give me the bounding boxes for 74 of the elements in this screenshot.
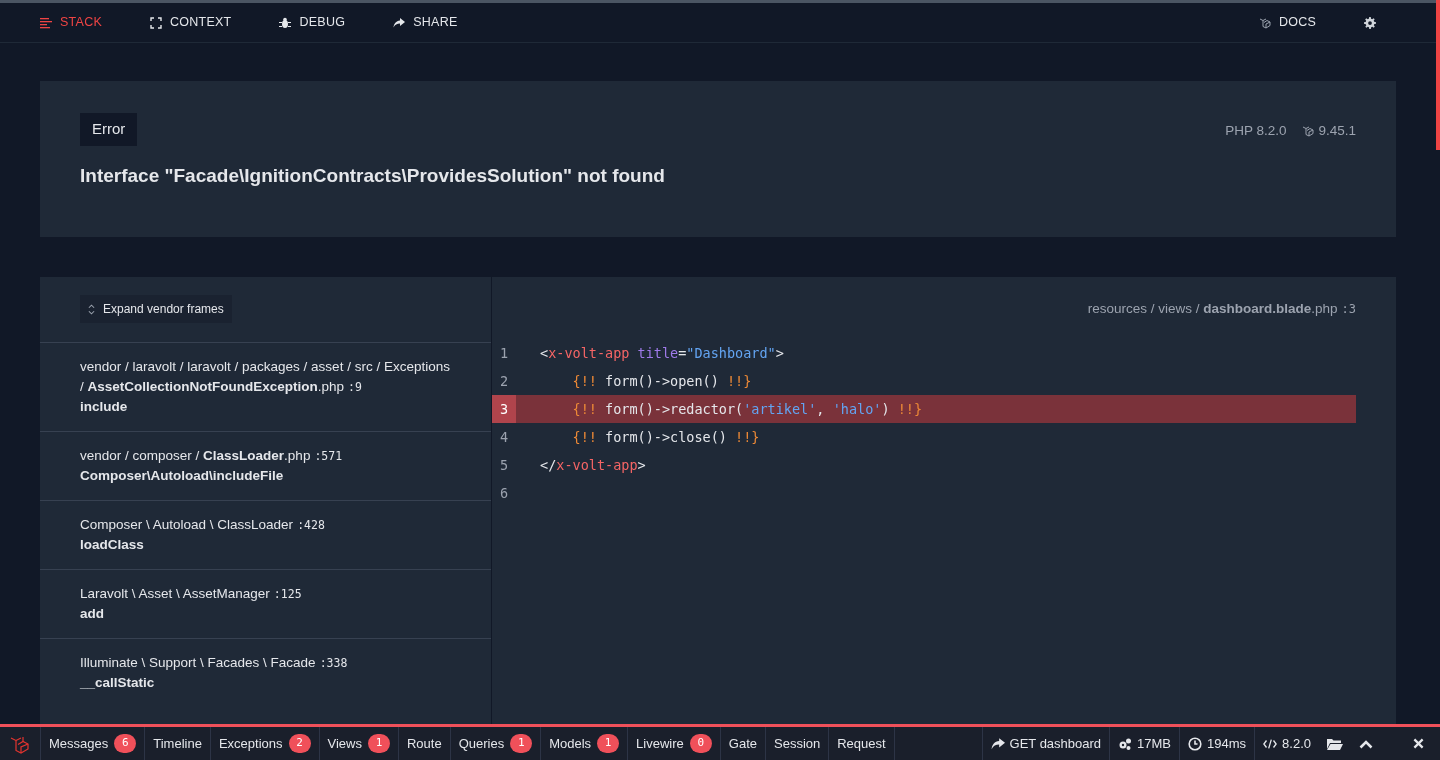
corners-icon	[150, 16, 162, 29]
nav-tab[interactable]: STACK	[40, 13, 102, 32]
status-indicator: 8.2.0	[1254, 726, 1319, 760]
status-indicator: GET dashboard	[981, 726, 1110, 760]
count-badge: 1	[597, 734, 620, 753]
nav-tab[interactable]: DEBUG	[279, 13, 346, 32]
frame-path: vendor / laravolt / laravolt / packages / asset / src / Exceptions / AssetCollectionNotFoundException.php :9	[80, 358, 451, 396]
error-message: Interface "Facade\IgnitionContracts\ProvidesSolution" not found	[80, 163, 665, 188]
code-text: {!! form()->close() !!}	[571, 428, 760, 448]
code-text: {!! form()->redactor('artikel', 'halo') !!}	[571, 400, 923, 420]
frame-path: vendor / composer / ClassLoader.php :571	[80, 447, 344, 465]
share-arrow-icon	[990, 736, 1005, 751]
line-number: 3	[492, 395, 516, 424]
frame-method: loadClass	[80, 536, 145, 554]
bug-icon	[279, 16, 292, 29]
debugbar-tab[interactable]: Gate	[720, 726, 766, 760]
share-arrow-icon	[393, 16, 406, 29]
close-icon	[1413, 738, 1424, 749]
expand-button[interactable]: Expand vendor frames	[80, 295, 232, 323]
code-text: </x-volt-app>	[540, 456, 646, 476]
maximize-button[interactable]	[1359, 738, 1373, 749]
chevrons-icon	[88, 303, 95, 315]
clock-icon	[1188, 736, 1203, 751]
line-number: 1	[498, 344, 510, 364]
nav-tab[interactable]: SHARE	[393, 13, 458, 32]
exception-type: Error	[80, 113, 138, 146]
lines-icon	[40, 16, 52, 29]
docs-link[interactable]: DOCS	[1258, 13, 1316, 32]
debugbar-tab[interactable]: Timeline	[145, 726, 211, 760]
chevron-up-icon	[1359, 738, 1373, 749]
frame-path: Composer \ Autoload \ ClassLoader :428	[80, 516, 326, 534]
stack-frame[interactable]: vendor / composer / ClassLoader.php :571 Composer\Autoload\includeFile	[40, 431, 491, 500]
close-button[interactable]	[1413, 738, 1424, 749]
count-badge: 0	[689, 734, 712, 753]
frame-method: Composer\Autoload\includeFile	[80, 467, 285, 485]
folder-icon	[1327, 736, 1343, 751]
debugbar-tab[interactable]: Session	[766, 726, 830, 760]
frame-path: Laravolt \ Asset \ AssetManager :125	[80, 585, 303, 603]
file-path: resources / views / dashboard.blade.php :3	[1087, 300, 1356, 318]
frame-method: include	[80, 398, 129, 416]
cogs-icon	[1118, 736, 1133, 751]
scrollbar-thumb[interactable]	[1436, 0, 1440, 150]
line-number: 6	[498, 484, 510, 504]
laravel-version: 9.45.1	[1318, 122, 1356, 140]
debugbar-tab[interactable]: Messages 6	[41, 726, 146, 760]
debugbar-tab[interactable]: Exceptions 2	[210, 726, 320, 760]
debugbar-tab[interactable]: Request	[829, 726, 895, 760]
debugbar-tab[interactable]: Views 1	[319, 726, 399, 760]
frame-path: Illuminate \ Support \ Facades \ Facade :338	[80, 654, 349, 672]
frame-method: add	[80, 605, 105, 623]
frame-method: __callStatic	[80, 674, 156, 692]
open-folder-button[interactable]	[1327, 736, 1343, 751]
php-version: PHP 8.2.0	[1225, 122, 1287, 140]
code-text: {!! form()->open() !!}	[571, 372, 752, 392]
count-badge: 1	[367, 734, 390, 753]
line-number: 5	[498, 456, 510, 476]
stack-frame[interactable]: vendor / laravolt / laravolt / packages / asset / src / Exceptions / AssetCollectionNotFoundException.php :9 include	[40, 342, 491, 431]
count-badge: 2	[288, 734, 311, 753]
count-badge: 1	[510, 734, 533, 753]
line-number: 2	[498, 372, 510, 392]
code-text: <x-volt-app title="Dashboard">	[540, 344, 784, 364]
debugbar-tab[interactable]: Route	[398, 726, 451, 760]
stack-frame[interactable]: Illuminate \ Support \ Facades \ Facade :338 __callStatic	[40, 638, 491, 707]
line-number: 4	[498, 428, 510, 448]
stack-frame[interactable]: Composer \ Autoload \ ClassLoader :428 loadClass	[40, 500, 491, 569]
debugbar-tab[interactable]: Livewire 0	[628, 726, 721, 760]
count-badge: 6	[114, 734, 137, 753]
status-indicator: 17MB	[1109, 726, 1180, 760]
nav-tab[interactable]: CONTEXT	[150, 13, 232, 32]
debugbar-tab[interactable]: Queries 1	[450, 726, 542, 760]
status-indicator: 194ms	[1179, 726, 1255, 760]
stack-frame[interactable]: Laravolt \ Asset \ AssetManager :125 add	[40, 569, 491, 638]
settings-icon	[1364, 16, 1376, 29]
debugbar-tab[interactable]: Models 1	[541, 726, 629, 760]
